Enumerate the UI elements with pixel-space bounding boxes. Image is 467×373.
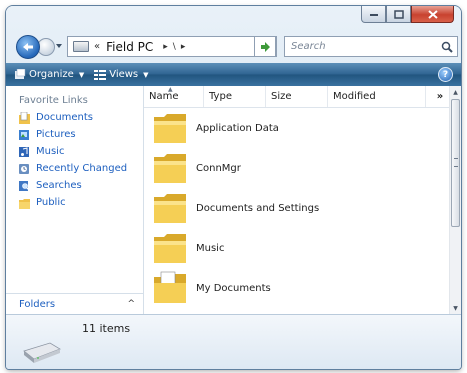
list-item[interactable]: Documents and Settings bbox=[144, 188, 449, 228]
music-icon bbox=[19, 146, 29, 157]
drive-icon bbox=[23, 342, 61, 363]
organize-icon bbox=[15, 69, 26, 79]
list-item[interactable]: ConnMgr bbox=[144, 148, 449, 188]
recently-changed-icon bbox=[19, 163, 29, 174]
organize-button[interactable]: Organize ▼ bbox=[14, 69, 84, 80]
search-icon[interactable] bbox=[439, 39, 455, 55]
file-name: My Documents bbox=[196, 282, 271, 294]
breadcrumb-root[interactable]: \ bbox=[173, 42, 176, 52]
file-list-pane: ▲ Name Type Size Modified » Application … bbox=[144, 86, 461, 314]
column-header-modified[interactable]: Modified bbox=[328, 86, 426, 107]
maximize-button[interactable] bbox=[386, 6, 411, 23]
scroll-thumb[interactable] bbox=[451, 99, 460, 227]
column-header-label: Modified bbox=[333, 91, 376, 102]
minimize-button[interactable] bbox=[361, 6, 386, 23]
column-header-name[interactable]: ▲ Name bbox=[144, 86, 204, 107]
history-dropdown[interactable] bbox=[56, 44, 62, 48]
file-name: Application Data bbox=[196, 122, 279, 134]
file-list: Application Data ConnMgr Documents and S… bbox=[144, 108, 449, 308]
searches-icon bbox=[19, 180, 30, 191]
column-header-type[interactable]: Type bbox=[204, 86, 266, 107]
nav-item-recently-changed[interactable]: Recently Changed bbox=[6, 160, 144, 177]
column-header-label: Type bbox=[209, 91, 232, 102]
list-item[interactable]: My Documents bbox=[144, 268, 449, 308]
nav-item-pictures[interactable]: Pictures bbox=[6, 126, 144, 143]
maximize-icon bbox=[393, 9, 404, 19]
computer-icon bbox=[73, 41, 89, 52]
chevron-up-icon[interactable]: ^ bbox=[127, 299, 135, 309]
nav-item-public[interactable]: Public bbox=[6, 194, 144, 211]
folder-icon bbox=[154, 194, 186, 223]
navigation-pane: Favorite Links Documents Pictures Music … bbox=[6, 86, 144, 314]
back-button[interactable] bbox=[16, 35, 40, 59]
breadcrumb-separator[interactable]: ▸ bbox=[181, 42, 186, 52]
column-header-label: Name bbox=[149, 91, 179, 102]
nav-item-label: Public bbox=[36, 197, 66, 208]
folder-icon bbox=[154, 154, 186, 183]
file-name: Documents and Settings bbox=[196, 202, 320, 214]
folder-icon bbox=[154, 114, 186, 143]
views-label: Views bbox=[109, 69, 139, 80]
caption-buttons bbox=[361, 6, 454, 23]
column-header-row: ▲ Name Type Size Modified » bbox=[144, 86, 449, 108]
nav-item-label: Recently Changed bbox=[36, 163, 128, 174]
file-name: ConnMgr bbox=[196, 162, 241, 174]
breadcrumb-field-pc[interactable]: Field PC bbox=[106, 40, 153, 54]
nav-item-label: Pictures bbox=[36, 129, 76, 140]
minimize-icon bbox=[369, 14, 378, 16]
scroll-down-button[interactable]: ▼ bbox=[450, 302, 461, 314]
views-button[interactable]: Views ▼ bbox=[94, 69, 149, 80]
refresh-button[interactable] bbox=[254, 36, 276, 57]
close-icon bbox=[427, 9, 438, 19]
list-item[interactable]: Application Data bbox=[144, 108, 449, 148]
file-name: Music bbox=[196, 242, 225, 254]
vertical-scrollbar[interactable]: ▲ ▼ bbox=[449, 86, 461, 314]
item-count: 11 items bbox=[82, 322, 131, 335]
organize-label: Organize bbox=[29, 69, 74, 80]
nav-item-documents[interactable]: Documents bbox=[6, 109, 144, 126]
back-arrow-icon bbox=[23, 43, 33, 51]
close-button[interactable] bbox=[411, 6, 454, 23]
views-dropdown-icon: ▼ bbox=[143, 70, 149, 79]
favorite-links-list: Documents Pictures Music Recently Change… bbox=[6, 109, 144, 211]
address-overflow[interactable]: « bbox=[94, 41, 100, 52]
grip-icon bbox=[454, 158, 458, 167]
address-bar[interactable]: « Field PC ▸ \ ▸ ▾ bbox=[67, 36, 277, 57]
list-item[interactable]: Music bbox=[144, 228, 449, 268]
breadcrumb-separator[interactable]: ▸ bbox=[163, 42, 168, 52]
folders-bar[interactable]: Folders ^ bbox=[6, 293, 143, 314]
scroll-up-button[interactable]: ▲ bbox=[450, 86, 461, 98]
folders-label: Folders bbox=[19, 298, 56, 310]
explorer-window: « Field PC ▸ \ ▸ ▾ Organize ▼ Views ▼ bbox=[6, 6, 461, 369]
pictures-icon bbox=[19, 129, 29, 140]
command-bar: Organize ▼ Views ▼ ? bbox=[6, 63, 461, 86]
documents-icon bbox=[19, 111, 30, 124]
column-header-size[interactable]: Size bbox=[266, 86, 328, 107]
sort-ascending-icon: ▲ bbox=[168, 86, 173, 93]
column-header-label: Size bbox=[271, 91, 292, 102]
public-folder-icon bbox=[19, 198, 30, 209]
nav-item-label: Documents bbox=[36, 112, 94, 123]
nav-item-label: Music bbox=[36, 146, 65, 157]
address-row: « Field PC ▸ \ ▸ ▾ bbox=[16, 35, 458, 61]
more-columns-button[interactable]: » bbox=[426, 86, 449, 107]
search-box[interactable] bbox=[284, 36, 458, 57]
organize-dropdown-icon: ▼ bbox=[78, 70, 85, 79]
nav-item-music[interactable]: Music bbox=[6, 143, 144, 160]
documents-folder-icon bbox=[154, 271, 186, 303]
views-icon bbox=[94, 70, 107, 80]
refresh-icon bbox=[261, 41, 270, 52]
favorite-links-heading: Favorite Links bbox=[19, 95, 88, 106]
help-button[interactable]: ? bbox=[438, 67, 453, 82]
nav-item-searches[interactable]: Searches bbox=[6, 177, 144, 194]
details-pane: 11 items bbox=[6, 314, 461, 369]
nav-item-label: Searches bbox=[36, 180, 82, 191]
folder-icon bbox=[154, 234, 186, 263]
search-input[interactable] bbox=[289, 37, 439, 56]
